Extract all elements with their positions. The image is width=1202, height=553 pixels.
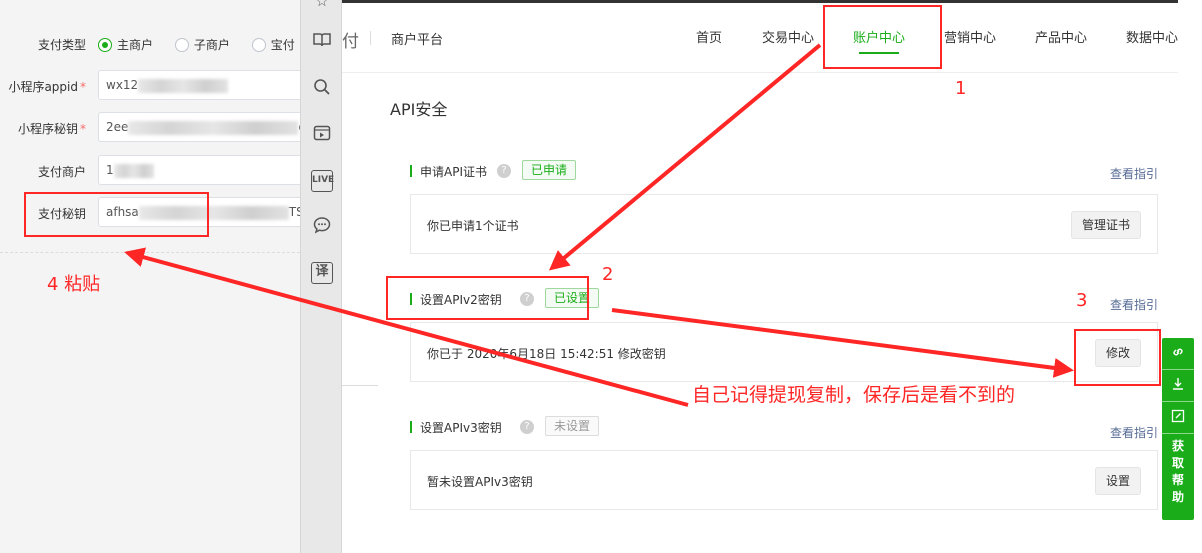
page-header: 付 商户平台 首页 交易中心 账户中心 营销中心 产品中心 数据中心 bbox=[342, 3, 1178, 73]
section-marker bbox=[410, 293, 412, 305]
divider bbox=[342, 385, 378, 386]
radio-main-merchant[interactable]: 主商户 bbox=[98, 36, 153, 53]
form-divider bbox=[0, 252, 300, 253]
chat-icon[interactable] bbox=[311, 216, 333, 238]
section-title: 设置APIv2密钥 bbox=[420, 293, 502, 307]
book-icon[interactable] bbox=[311, 32, 333, 54]
nav-active-underline bbox=[859, 52, 900, 54]
search-icon[interactable] bbox=[311, 78, 333, 100]
redacted-blur bbox=[138, 205, 289, 220]
radio-unchecked-icon bbox=[251, 38, 266, 52]
modify-key-button[interactable]: 修改 bbox=[1094, 339, 1141, 367]
nav-trade-center[interactable]: 交易中心 bbox=[762, 27, 814, 46]
live-icon[interactable]: LIVE bbox=[311, 170, 334, 192]
nav-account-center[interactable]: 账户中心 bbox=[853, 27, 905, 54]
cert-status-text: 你已申请1个证书 bbox=[427, 219, 519, 233]
section-apiv2-card: 你已于 2020年6月18日 15:42:51 修改密钥 修改 bbox=[410, 322, 1158, 382]
view-guide-link[interactable]: 查看指引 bbox=[1110, 165, 1158, 182]
manage-cert-button[interactable]: 管理证书 bbox=[1070, 211, 1141, 239]
annotation-step1: 1 bbox=[955, 78, 967, 99]
get-help-button[interactable]: 获取帮助 bbox=[1162, 438, 1194, 506]
redacted-blur bbox=[113, 163, 154, 178]
section-apiv2-header: 设置APIv2密钥 ? 已设置 查看指引 bbox=[410, 288, 1158, 312]
download-icon[interactable] bbox=[1162, 372, 1194, 402]
view-guide-link[interactable]: 查看指引 bbox=[1110, 424, 1158, 441]
section-apiv3-card: 暂未设置APIv3密钥 设置 bbox=[410, 450, 1158, 510]
view-guide-link[interactable]: 查看指引 bbox=[1110, 296, 1158, 313]
pay-key-label: 支付秘钥 bbox=[37, 207, 86, 221]
radio-sub-merchant[interactable]: 子商户 bbox=[174, 36, 230, 53]
pay-key-input[interactable]: afhsaTSP bbox=[98, 197, 308, 227]
radio-checked-icon bbox=[98, 38, 112, 52]
translate-icon[interactable]: 译 bbox=[311, 262, 333, 284]
apiv3-status-text: 暂未设置APIv3密钥 bbox=[427, 475, 533, 489]
pay-key-row: 支付秘钥 afhsaTSP bbox=[0, 197, 308, 227]
section-marker bbox=[410, 421, 412, 433]
pay-type-label: 支付类型 bbox=[37, 38, 86, 52]
pay-type-row: 支付类型 主商户 子商户 宝付 bbox=[0, 28, 300, 58]
status-badge: 已申请 bbox=[522, 160, 577, 180]
apiv2-status-text: 你已于 2020年6月18日 15:42:51 修改密钥 bbox=[427, 347, 666, 361]
link-icon[interactable] bbox=[1162, 340, 1194, 370]
help-icon[interactable]: ? bbox=[520, 420, 534, 434]
app-secret-input[interactable]: 2eee7 bbox=[98, 112, 308, 142]
merchant-label: 支付商户 bbox=[37, 165, 86, 179]
help-icon[interactable]: ? bbox=[497, 164, 511, 178]
nav-product-center[interactable]: 产品中心 bbox=[1035, 27, 1087, 46]
get-help-label: 获取帮助 bbox=[1171, 439, 1184, 504]
nav-home[interactable]: 首页 bbox=[696, 27, 722, 46]
merchant-row: 支付商户 1 bbox=[0, 155, 308, 185]
page-title: API安全 bbox=[390, 100, 448, 119]
annotation-step3: 3 bbox=[1076, 290, 1088, 311]
payment-config-form: 支付类型 主商户 子商户 宝付 小程序appid * wx12 小程序秘钥 * 2e… bbox=[0, 0, 308, 553]
set-key-button[interactable]: 设置 bbox=[1094, 467, 1141, 495]
status-badge: 未设置 bbox=[545, 416, 600, 436]
merchant-platform-page: 付 商户平台 首页 交易中心 账户中心 营销中心 产品中心 数据中心 API安全… bbox=[342, 0, 1202, 553]
appid-row: 小程序appid * wx12 bbox=[0, 70, 308, 100]
app-secret-row: 小程序秘钥* 2eee7 bbox=[0, 112, 308, 142]
merchant-input[interactable]: 1 bbox=[98, 155, 308, 185]
help-icon[interactable]: ? bbox=[520, 292, 534, 306]
redacted-blur bbox=[138, 78, 229, 93]
star-icon[interactable]: ☆ bbox=[311, 0, 333, 12]
section-api-cert-card: 你已申请1个证书 管理证书 bbox=[410, 194, 1158, 254]
appid-label: 小程序appid * bbox=[8, 80, 86, 94]
platform-name: 商户平台 bbox=[391, 33, 444, 48]
app-secret-label: 小程序秘钥 * bbox=[17, 122, 86, 136]
header-separator bbox=[370, 31, 371, 45]
radio-unchecked-icon bbox=[174, 38, 189, 52]
edit-icon[interactable] bbox=[1162, 404, 1194, 434]
section-api-cert-header: 申请API证书 ? 已申请 查看指引 bbox=[410, 160, 1158, 184]
nav-data-center[interactable]: 数据中心 bbox=[1126, 27, 1178, 46]
section-title: 设置APIv3密钥 bbox=[420, 421, 502, 435]
section-apiv3-header: 设置APIv3密钥 ? 未设置 查看指引 bbox=[410, 416, 1158, 440]
brand-logo-text: 付 bbox=[342, 32, 359, 52]
annotation-step2: 2 bbox=[602, 264, 614, 285]
nav-marketing-center[interactable]: 营销中心 bbox=[944, 27, 996, 46]
browser-side-toolbar: ☆ LIVE 译 bbox=[300, 0, 342, 553]
status-badge: 已设置 bbox=[545, 288, 600, 308]
appid-input[interactable]: wx12 bbox=[98, 70, 308, 100]
radio-baofu[interactable]: 宝付 bbox=[251, 36, 295, 53]
pay-type-radio-group: 主商户 子商户 宝付 bbox=[98, 36, 313, 53]
redacted-blur bbox=[128, 120, 299, 135]
section-title: 申请API证书 bbox=[420, 165, 487, 179]
annotation-note: 自己记得提现复制，保存后是看不到的 bbox=[692, 384, 1016, 406]
video-icon[interactable] bbox=[311, 124, 333, 146]
annotation-step4: 4 粘贴 bbox=[47, 274, 101, 295]
floating-help-panel: 获取帮助 bbox=[1162, 338, 1194, 520]
section-marker bbox=[410, 165, 412, 177]
